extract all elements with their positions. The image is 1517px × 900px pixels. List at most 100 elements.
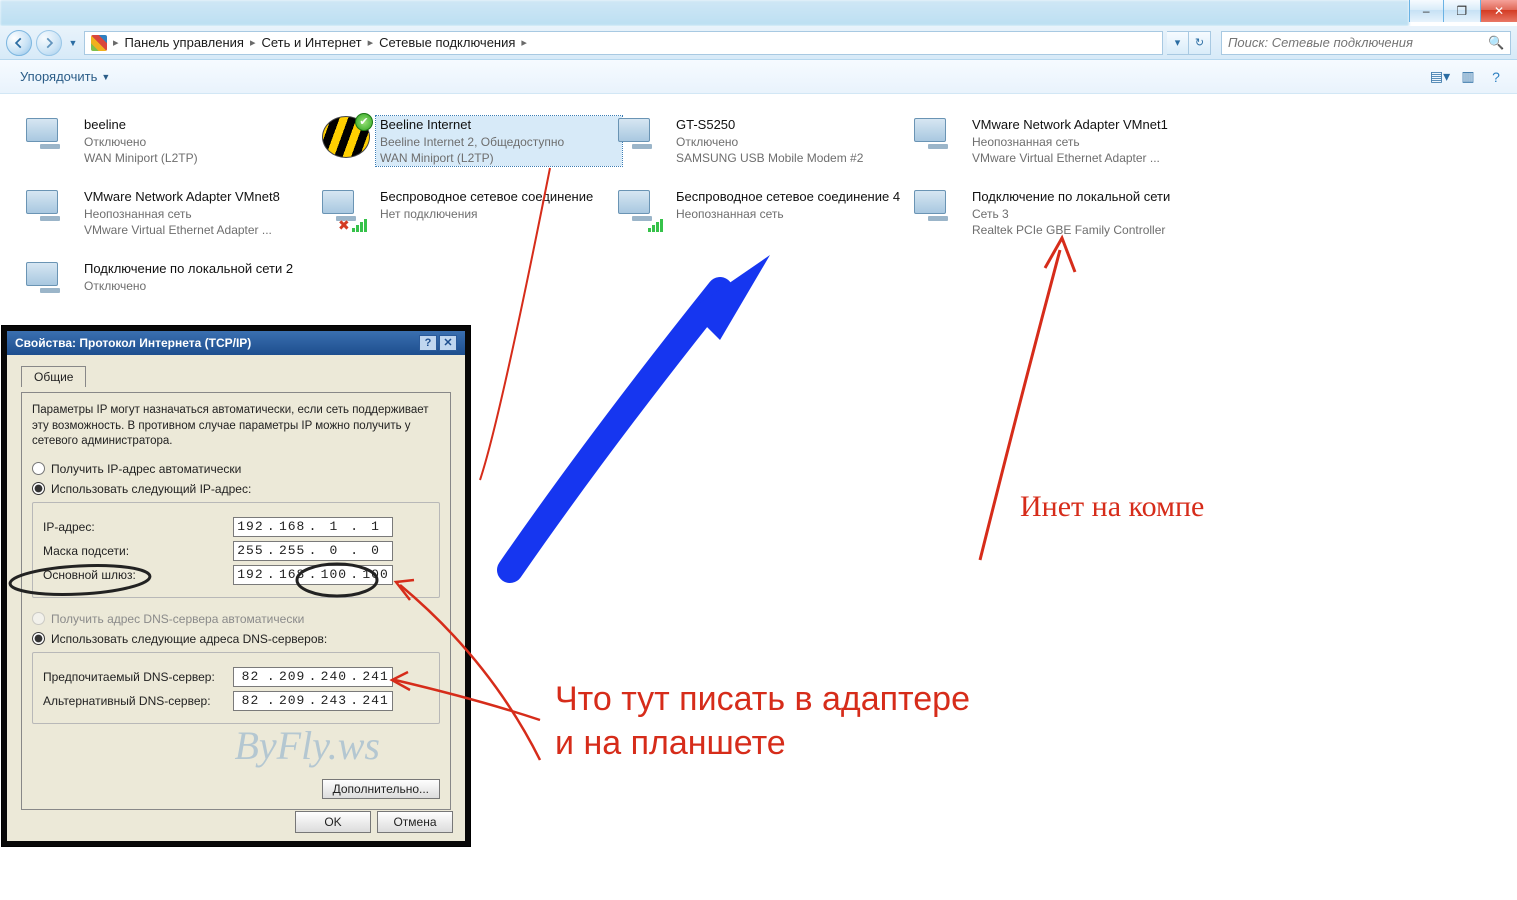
ok-button[interactable]: OK xyxy=(295,811,371,833)
connection-beeline-internet[interactable]: ✔ Beeline Internet Beeline Internet 2, О… xyxy=(322,116,622,166)
search-box[interactable]: 🔍 xyxy=(1221,31,1511,55)
search-input[interactable] xyxy=(1228,35,1488,50)
breadcrumb-root[interactable]: Панель управления xyxy=(125,35,244,50)
connection-title: VMware Network Adapter VMnet1 xyxy=(972,116,1204,134)
connection-device: VMware Virtual Ethernet Adapter ... xyxy=(84,222,316,238)
connection-beeline[interactable]: beeline Отключено WAN Miniport (L2TP) xyxy=(26,116,316,166)
dns1-label: Предпочитаемый DNS-сервер: xyxy=(43,670,233,684)
radio-manual-dns[interactable]: Использовать следующие адреса DNS-сервер… xyxy=(32,632,440,646)
ip-label: IP-адрес: xyxy=(43,520,233,534)
annotation-question-1: Что тут писать в адаптере xyxy=(555,680,970,719)
connection-icon xyxy=(618,116,666,160)
connection-device: VMware Virtual Ethernet Adapter ... xyxy=(972,150,1204,166)
refresh-button[interactable]: ↻ xyxy=(1189,31,1211,55)
window-controls: – ❐ ✕ xyxy=(1409,0,1517,22)
connection-device: WAN Miniport (L2TP) xyxy=(380,150,618,166)
control-panel-icon xyxy=(91,35,107,51)
mask-label: Маска подсети: xyxy=(43,544,233,558)
connection-title: Беспроводное сетевое соединение xyxy=(380,188,612,206)
minimize-button[interactable]: – xyxy=(1410,0,1444,22)
signal-bars-icon xyxy=(352,218,370,232)
connection-status: Beeline Internet 2, Общедоступно xyxy=(380,134,618,150)
radio-manual-dns-input[interactable] xyxy=(32,632,45,645)
dns1-field[interactable]: 82. 209. 240. 241 xyxy=(233,667,393,687)
connection-lan-2[interactable]: Подключение по локальной сети 2 Отключен… xyxy=(26,260,316,304)
connection-gts5250[interactable]: GT-S5250 Отключено SAMSUNG USB Mobile Mo… xyxy=(618,116,908,166)
dialog-tabs: Общие xyxy=(21,365,451,386)
radio-auto-dns: Получить адрес DNS-сервера автоматически xyxy=(32,612,440,626)
back-button[interactable] xyxy=(6,30,32,56)
annotation-question-2: и на планшете xyxy=(555,724,786,763)
help-button[interactable]: ? xyxy=(1487,68,1505,86)
radio-manual-ip-label: Использовать следующий IP-адрес: xyxy=(51,482,251,496)
close-button[interactable]: ✕ xyxy=(1481,0,1517,22)
view-options-button[interactable]: ▤▾ xyxy=(1431,68,1449,86)
connection-title: Beeline Internet xyxy=(380,116,618,134)
connection-icon xyxy=(26,260,74,304)
connection-icon xyxy=(26,116,74,160)
gateway-field[interactable]: 192. 168. 100. 100 xyxy=(233,565,393,585)
connection-status: Нет подключения xyxy=(380,206,612,222)
dialog-titlebar: Свойства: Протокол Интернета (TCP/IP) ? … xyxy=(7,331,465,355)
advanced-button[interactable]: Дополнительно... xyxy=(322,779,440,799)
radio-manual-ip[interactable]: Использовать следующий IP-адрес: xyxy=(32,482,440,496)
beeline-icon: ✔ xyxy=(322,116,370,158)
nav-history-dropdown[interactable]: ▼ xyxy=(66,38,80,48)
shield-icon: ✔ xyxy=(355,113,373,131)
connection-lan[interactable]: Подключение по локальной сети Сеть 3 Rea… xyxy=(914,188,1204,238)
organize-button[interactable]: Упорядочить ▼ xyxy=(12,66,118,87)
tab-general[interactable]: Общие xyxy=(21,366,86,387)
connection-vmnet8[interactable]: VMware Network Adapter VMnet8 Неопознанн… xyxy=(26,188,316,238)
breadcrumb-leaf[interactable]: Сетевые подключения xyxy=(379,35,515,50)
address-bar[interactable]: ▸ Панель управления ▸ Сеть и Интернет ▸ … xyxy=(84,31,1163,55)
search-icon[interactable]: 🔍 xyxy=(1488,35,1504,51)
preview-pane-button[interactable]: ▥ xyxy=(1459,68,1477,86)
connection-wireless-4[interactable]: Беспроводное сетевое соединение 4 Неопоз… xyxy=(618,188,908,232)
connection-icon xyxy=(618,188,666,232)
ip-group: IP-адрес: 192. 168. 1. 1 Маска подсети: … xyxy=(32,502,440,598)
titlebar-blur xyxy=(0,0,1409,26)
cancel-button[interactable]: Отмена xyxy=(377,811,453,833)
nav-bar: ▼ ▸ Панель управления ▸ Сеть и Интернет … xyxy=(0,26,1517,60)
radio-manual-dns-label: Использовать следующие адреса DNS-сервер… xyxy=(51,632,327,646)
breadcrumb-sep: ▸ xyxy=(368,36,374,49)
radio-auto-ip[interactable]: Получить IP-адрес автоматически xyxy=(32,462,440,476)
radio-manual-ip-input[interactable] xyxy=(32,482,45,495)
breadcrumb-mid[interactable]: Сеть и Интернет xyxy=(262,35,362,50)
radio-auto-ip-label: Получить IP-адрес автоматически xyxy=(51,462,241,476)
connection-icon xyxy=(914,188,962,232)
connection-icon xyxy=(322,188,370,232)
dns2-label: Альтернативный DNS-сервер: xyxy=(43,694,233,708)
radio-auto-ip-input[interactable] xyxy=(32,462,45,475)
watermark: ByFly.ws xyxy=(234,722,380,769)
connection-status: Неопознанная сеть xyxy=(676,206,908,222)
dialog-help-button[interactable]: ? xyxy=(419,335,437,351)
connection-status: Отключено xyxy=(84,134,316,150)
connection-status: Отключено xyxy=(676,134,908,150)
mask-field[interactable]: 255. 255. 0. 0 xyxy=(233,541,393,561)
connection-status: Отключено xyxy=(84,278,316,294)
connection-vmnet1[interactable]: VMware Network Adapter VMnet1 Неопознанн… xyxy=(914,116,1204,166)
breadcrumb-sep: ▸ xyxy=(521,36,527,49)
toolbar: Упорядочить ▼ ▤▾ ▥ ? xyxy=(0,60,1517,94)
signal-bars-icon xyxy=(648,218,666,232)
connection-title: Подключение по локальной сети 2 xyxy=(84,260,316,278)
tcpip-dialog: Свойства: Протокол Интернета (TCP/IP) ? … xyxy=(2,326,470,846)
dialog-close-button[interactable]: ✕ xyxy=(439,335,457,351)
connection-title: GT-S5250 xyxy=(676,116,908,134)
forward-button[interactable] xyxy=(36,30,62,56)
radio-auto-dns-label: Получить адрес DNS-сервера автоматически xyxy=(51,612,304,626)
connection-device: WAN Miniport (L2TP) xyxy=(84,150,316,166)
organize-label: Упорядочить xyxy=(20,69,97,84)
connection-title: beeline xyxy=(84,116,316,134)
ip-field[interactable]: 192. 168. 1. 1 xyxy=(233,517,393,537)
connection-status: Неопознанная сеть xyxy=(972,134,1204,150)
gateway-label: Основной шлюз: xyxy=(43,568,233,582)
chevron-down-icon: ▼ xyxy=(101,72,110,82)
breadcrumb-sep: ▸ xyxy=(250,36,256,49)
maximize-button[interactable]: ❐ xyxy=(1444,0,1482,22)
address-buttons: ▾ ↻ xyxy=(1167,31,1211,55)
connection-wireless[interactable]: Беспроводное сетевое соединение Нет подк… xyxy=(322,188,612,232)
dns2-field[interactable]: 82. 209. 243. 241 xyxy=(233,691,393,711)
address-dropdown[interactable]: ▾ xyxy=(1167,31,1189,55)
